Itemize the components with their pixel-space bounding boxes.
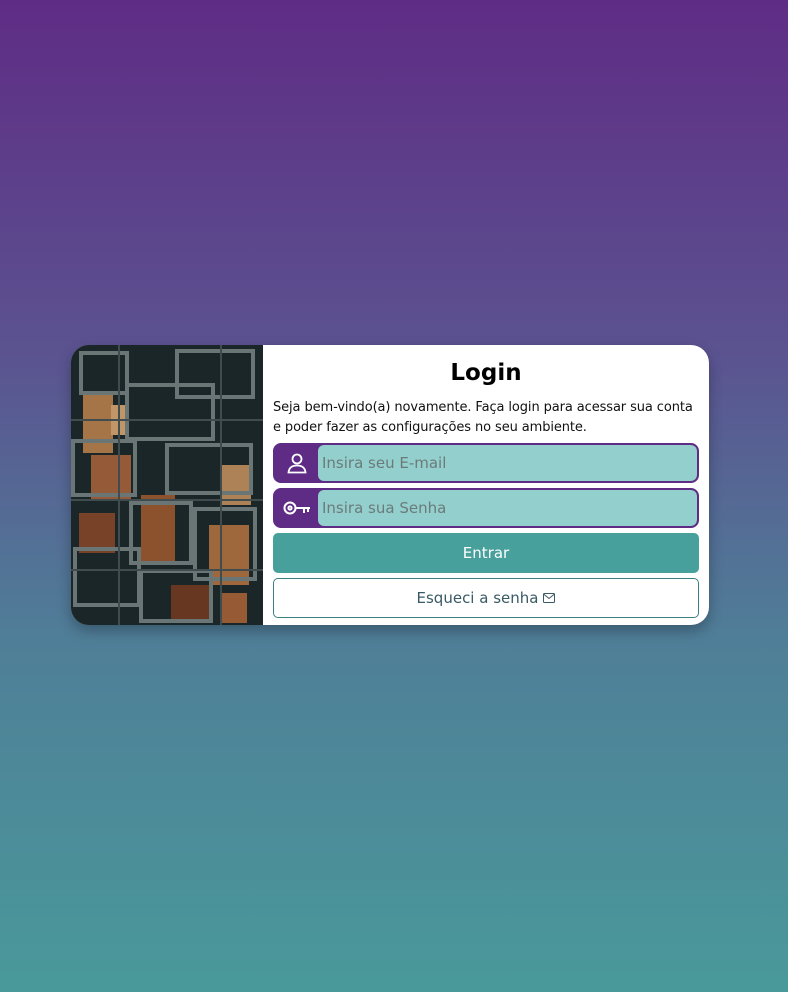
login-form: Login Seja bem-vindo(a) novamente. Faça … [263,345,709,625]
key-icon [275,490,318,526]
forgot-password-label: Esqueci a senha [416,589,539,607]
login-title: Login [450,360,522,386]
envelope-icon [543,589,556,607]
login-description: Seja bem-vindo(a) novamente. Faça login … [273,400,693,435]
submit-button[interactable]: Entrar [273,533,699,573]
password-input[interactable] [318,490,697,526]
password-field [273,488,699,528]
forgot-password-button[interactable]: Esqueci a senha [273,578,699,618]
login-card: Login Seja bem-vindo(a) novamente. Faça … [71,345,709,625]
email-field [273,443,699,483]
email-input[interactable] [318,445,697,481]
user-icon [275,445,318,481]
building-photo [71,345,263,625]
